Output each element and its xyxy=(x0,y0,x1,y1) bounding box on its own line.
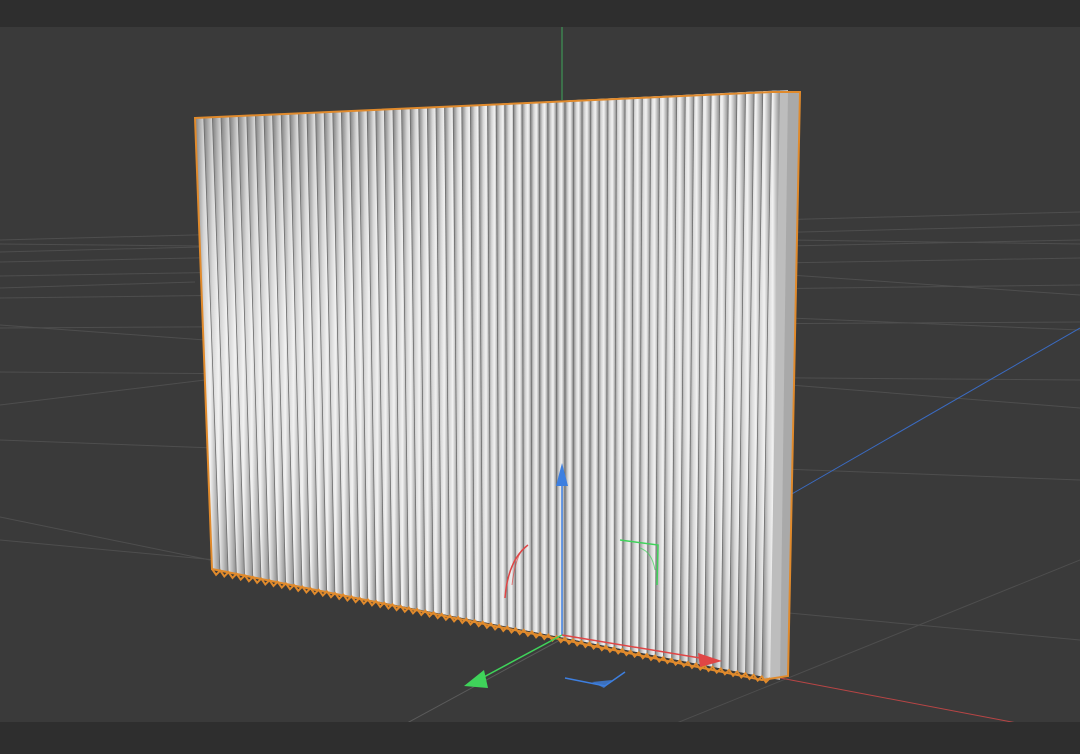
panel-rib xyxy=(556,96,565,646)
panel-rib xyxy=(564,96,574,648)
bottom-status-bar xyxy=(0,722,1080,754)
panel-rib xyxy=(539,97,549,643)
panel-rib xyxy=(573,96,583,650)
panel-rib xyxy=(547,97,557,645)
3d-editor-window xyxy=(0,0,1080,754)
top-toolbar xyxy=(0,0,1080,27)
3d-viewport[interactable] xyxy=(0,27,1080,722)
viewport-canvas[interactable] xyxy=(0,27,1080,722)
